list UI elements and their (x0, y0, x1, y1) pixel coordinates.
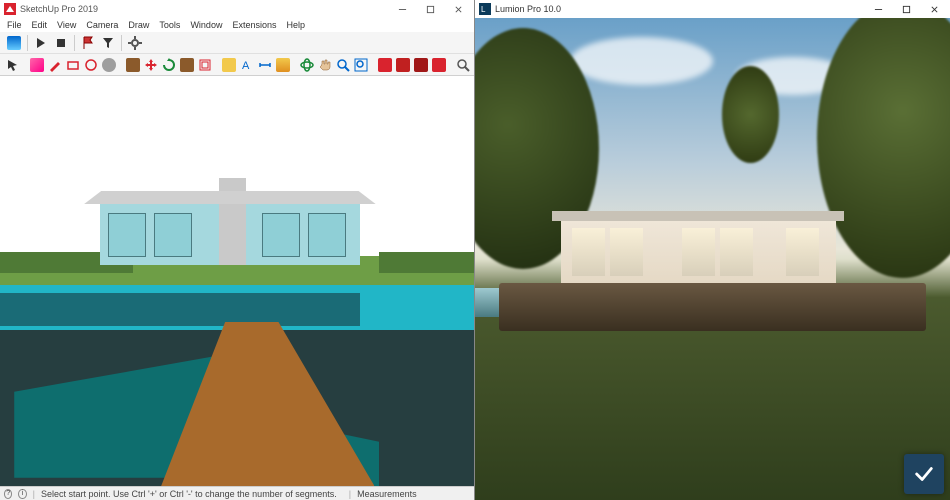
move-icon[interactable] (143, 56, 159, 74)
separator (74, 35, 75, 51)
maximize-button[interactable] (416, 1, 444, 17)
tape-icon[interactable] (221, 56, 237, 74)
filter-icon[interactable] (99, 34, 117, 52)
stop-icon[interactable] (52, 34, 70, 52)
sketchup-titlebar: SketchUp Pro 2019 (0, 0, 474, 18)
lumion-title-text: Lumion Pro 10.0 (495, 4, 561, 14)
flag-icon[interactable] (79, 34, 97, 52)
rectangle-icon[interactable] (65, 56, 81, 74)
menu-window[interactable]: Window (185, 20, 227, 30)
pushpull-icon[interactable] (125, 56, 141, 74)
minimize-button[interactable] (864, 1, 892, 17)
menu-help[interactable]: Help (281, 20, 310, 30)
menu-draw[interactable]: Draw (123, 20, 154, 30)
search-icon[interactable] (455, 56, 471, 74)
menu-file[interactable]: File (2, 20, 27, 30)
separator (121, 35, 122, 51)
sketchup-viewport[interactable] (0, 76, 474, 486)
layer1-icon[interactable] (377, 56, 393, 74)
minimize-button[interactable] (388, 1, 416, 17)
retaining-wall (499, 283, 927, 331)
status-hint: Select start point. Use Ctrl '+' or Ctrl… (41, 489, 337, 499)
offset-icon[interactable] (197, 56, 213, 74)
lumion-titlebar: L Lumion Pro 10.0 (475, 0, 950, 18)
menu-camera[interactable]: Camera (81, 20, 123, 30)
pencil-icon[interactable] (47, 56, 63, 74)
styles-icon[interactable] (5, 34, 23, 52)
svg-text:L: L (481, 5, 486, 14)
pan-icon[interactable] (317, 56, 333, 74)
close-button[interactable] (920, 1, 948, 17)
menu-extensions[interactable]: Extensions (227, 20, 281, 30)
scale-icon[interactable] (179, 56, 195, 74)
menubar: File Edit View Camera Draw Tools Window … (0, 18, 474, 32)
sketchup-window: SketchUp Pro 2019 File Edit View Camera … (0, 0, 475, 500)
close-button[interactable] (444, 1, 472, 17)
lumion-app-icon: L (479, 3, 491, 15)
select-icon[interactable] (5, 56, 21, 74)
separator (27, 35, 28, 51)
maximize-button[interactable] (892, 1, 920, 17)
layer3-icon[interactable] (413, 56, 429, 74)
help-icon[interactable]: ? (4, 489, 12, 499)
play-icon[interactable] (32, 34, 50, 52)
sketchup-title-text: SketchUp Pro 2019 (20, 4, 98, 14)
toolbar-main: A (0, 54, 474, 76)
dimension-icon[interactable] (257, 56, 273, 74)
color-icon[interactable] (101, 56, 117, 74)
cloud (570, 37, 713, 85)
orbit-icon[interactable] (299, 56, 315, 74)
rotate-icon[interactable] (161, 56, 177, 74)
sketchup-app-icon (4, 3, 16, 15)
svg-text:A: A (242, 60, 250, 72)
menu-edit[interactable]: Edit (27, 20, 53, 30)
text-icon[interactable]: A (239, 56, 255, 74)
rendered-house (561, 211, 837, 283)
layer2-icon[interactable] (395, 56, 411, 74)
eraser-icon[interactable] (29, 56, 45, 74)
toolbar-top (0, 32, 474, 54)
scene-content (0, 76, 474, 486)
lumion-viewport[interactable] (475, 18, 950, 500)
zoom-extents-icon[interactable] (353, 56, 369, 74)
confirm-button[interactable] (904, 454, 944, 494)
paint-icon[interactable] (275, 56, 291, 74)
zoom-icon[interactable] (335, 56, 351, 74)
menu-tools[interactable]: Tools (154, 20, 185, 30)
tree (722, 66, 779, 162)
lumion-window: L Lumion Pro 10.0 (475, 0, 950, 500)
circle-icon[interactable] (83, 56, 99, 74)
measurements-label: Measurements (357, 489, 417, 499)
settings-icon[interactable] (126, 34, 144, 52)
info-icon[interactable]: i (18, 489, 26, 499)
menu-view[interactable]: View (52, 20, 81, 30)
statusbar: ? i | Select start point. Use Ctrl '+' o… (0, 486, 474, 500)
layer4-icon[interactable] (431, 56, 447, 74)
